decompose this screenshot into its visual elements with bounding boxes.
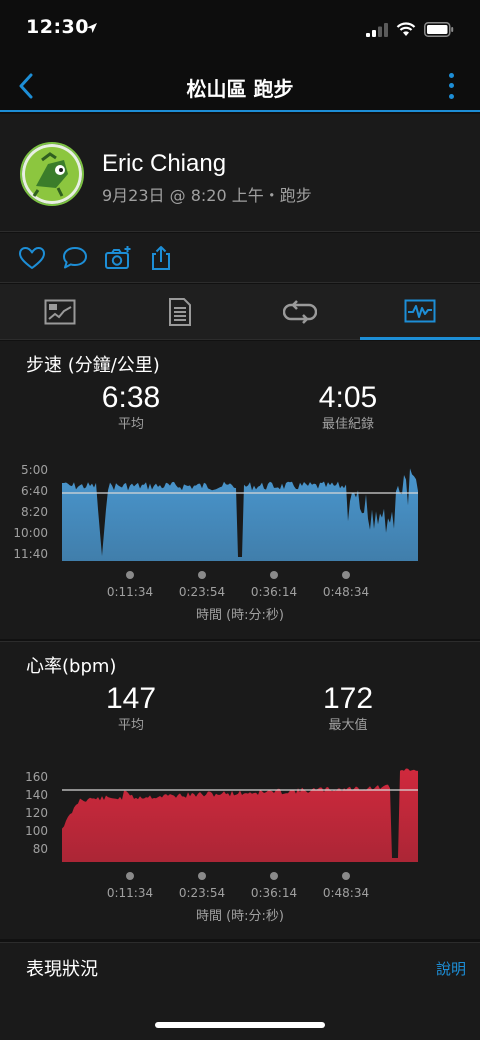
heart-rate-x-tick-dot xyxy=(198,872,206,880)
status-icons xyxy=(366,22,454,37)
heart-rate-max-value: 172 xyxy=(322,682,374,715)
map-summary-icon xyxy=(44,299,76,325)
heart-rate-max: 172 最大值 xyxy=(268,682,428,733)
heart-rate-max-label: 最大值 xyxy=(328,718,368,733)
heart-rate-x-tick-dot xyxy=(270,872,278,880)
tab-map-summary[interactable] xyxy=(0,284,120,340)
heart-rate-x-tick-dot xyxy=(126,872,134,880)
pace-y-tick: 6:40 xyxy=(21,484,48,498)
heart-rate-y-tick: 120 xyxy=(25,806,48,820)
performance-title: 表現狀況 xyxy=(26,959,98,980)
heart-rate-average: 147 平均 xyxy=(51,682,211,733)
heart-rate-x-tick-dot xyxy=(342,872,350,880)
like-heart-icon[interactable] xyxy=(18,245,46,271)
action-bar xyxy=(0,233,480,283)
pace-x-axis-title: 時間 (時:分:秒) xyxy=(195,608,285,623)
heart-rate-average-value: 147 xyxy=(105,682,157,715)
activity-tabs xyxy=(0,284,480,340)
pace-x-tick: 0:36:14 xyxy=(250,585,298,599)
tab-laps[interactable] xyxy=(240,284,360,340)
heart-rate-chart xyxy=(62,768,418,862)
laps-icon xyxy=(283,300,317,324)
pace-x-tick: 0:48:34 xyxy=(322,585,370,599)
pace-x-tick-dot xyxy=(270,571,278,579)
details-list-icon xyxy=(169,298,191,326)
pace-title: 步速 (分鐘/公里) xyxy=(26,355,160,376)
tab-charts[interactable] xyxy=(360,284,480,340)
heart-rate-y-tick: 160 xyxy=(25,770,48,784)
more-options-button[interactable] xyxy=(444,70,458,102)
add-photo-camera-icon[interactable] xyxy=(104,245,132,271)
pace-average: 6:38 平均 xyxy=(51,381,211,432)
pace-x-tick-dot xyxy=(126,571,134,579)
comment-bubble-icon[interactable] xyxy=(61,245,89,271)
battery-icon xyxy=(424,22,454,37)
pace-y-tick: 5:00 xyxy=(21,463,48,477)
charts-icon xyxy=(404,299,436,322)
heart-rate-y-tick: 140 xyxy=(25,788,48,802)
nav-bar: 松山區 跑步 xyxy=(0,60,480,112)
pace-x-tick-dot xyxy=(342,571,350,579)
pace-best: 4:05 最佳紀錄 xyxy=(268,381,428,432)
heart-rate-average-label: 平均 xyxy=(117,718,144,733)
pace-section: 步速 (分鐘/公里) 6:38 平均 4:05 最佳紀錄 5:00 6:40 8… xyxy=(0,341,480,639)
heart-rate-x-tick: 0:36:14 xyxy=(250,886,298,900)
avatar-image xyxy=(22,144,82,204)
pace-x-tick: 0:11:34 xyxy=(106,585,154,599)
wifi-icon xyxy=(396,22,416,36)
pace-chart xyxy=(62,468,418,561)
more-dot xyxy=(448,83,454,89)
pace-area xyxy=(62,468,418,561)
heart-rate-title: 心率(bpm) xyxy=(26,656,117,677)
page-title: 松山區 跑步 xyxy=(186,77,294,101)
avatar[interactable] xyxy=(20,142,84,206)
more-dot xyxy=(448,94,454,100)
location-arrow-icon xyxy=(87,23,97,33)
tab-details[interactable] xyxy=(120,284,240,340)
pace-y-tick: 10:00 xyxy=(13,526,48,540)
pace-y-tick: 11:40 xyxy=(13,547,48,561)
heart-rate-y-tick: 80 xyxy=(32,842,48,856)
performance-help-link[interactable]: 說明 xyxy=(436,958,466,979)
activity-header: Eric Chiang 9月23日 @ 8:20 上午・跑步 xyxy=(0,114,480,232)
status-bar: 12:30 xyxy=(0,0,480,60)
status-time: 12:30 xyxy=(26,16,89,38)
pace-best-label: 最佳紀錄 xyxy=(321,417,374,432)
cellular-signal-icon xyxy=(366,22,388,37)
heart-rate-section: 心率(bpm) 147 平均 172 最大值 160 140 120 100 8… xyxy=(0,641,480,939)
user-name: Eric Chiang xyxy=(102,150,227,177)
pace-average-label: 平均 xyxy=(117,417,144,432)
heart-rate-x-tick: 0:48:34 xyxy=(322,886,370,900)
home-indicator[interactable] xyxy=(155,1022,325,1028)
pace-average-value: 6:38 xyxy=(101,381,161,414)
pace-x-tick: 0:23:54 xyxy=(178,585,226,599)
heart-rate-y-tick: 100 xyxy=(25,824,48,838)
pace-y-tick: 8:20 xyxy=(21,505,48,519)
more-dot xyxy=(448,72,454,78)
heart-rate-x-tick: 0:11:34 xyxy=(106,886,154,900)
heart-area xyxy=(62,768,418,862)
heart-rate-x-tick: 0:23:54 xyxy=(178,886,226,900)
heart-rate-x-axis-title: 時間 (時:分:秒) xyxy=(195,909,285,924)
share-icon[interactable] xyxy=(147,245,175,271)
pace-x-tick-dot xyxy=(198,571,206,579)
activity-meta: 9月23日 @ 8:20 上午・跑步 xyxy=(102,186,312,205)
pace-best-value: 4:05 xyxy=(318,381,378,414)
